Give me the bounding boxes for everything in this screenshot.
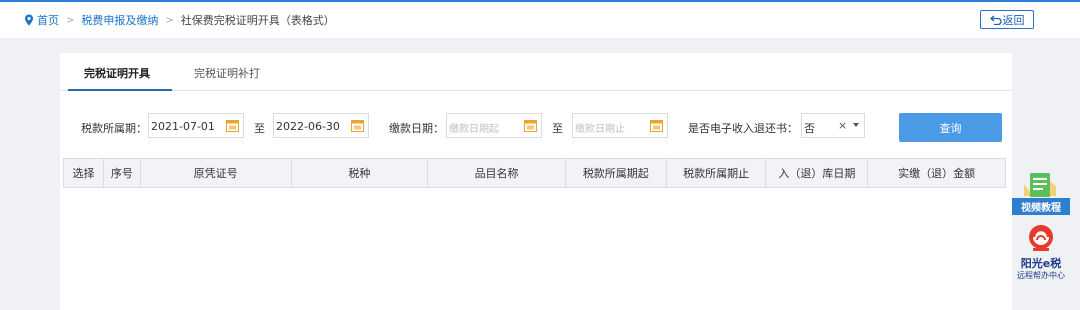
calendar-icon[interactable] (226, 119, 239, 132)
video-tutorial-widget[interactable]: 视频教程 (1012, 172, 1070, 216)
breadcrumb-separator: > (165, 14, 174, 26)
video-doc-icon (1024, 173, 1056, 197)
tab-certificate-issue[interactable]: 完税证明开具 (84, 65, 150, 81)
breadcrumb-home-link[interactable]: 首页 (37, 12, 59, 28)
table-header: 选择 序号 原凭证号 税种 品目名称 税款所属期起 税款所属期止 入（退）库日期… (63, 158, 1006, 188)
active-tab-indicator (68, 89, 172, 91)
column-header-index: 序号 (104, 159, 141, 187)
column-header-period-start: 税款所属期起 (566, 159, 667, 187)
calendar-icon[interactable] (524, 119, 537, 132)
pay-date-label: 缴款日期： (389, 122, 444, 135)
to-label: 至 (552, 122, 563, 135)
tax-period-start-input[interactable]: 2021-07-01 (148, 113, 244, 138)
column-header-voucher-number: 原凭证号 (141, 159, 292, 187)
query-form: 税款所属期： 2021-07-01 至 2022-06-30 缴款日期： 缴款日… (60, 113, 1012, 142)
column-header-item-name: 品目名称 (428, 159, 566, 187)
location-pin-icon (25, 14, 33, 26)
query-button[interactable]: 查询 (899, 113, 1002, 142)
column-header-paid-amount: 实缴（退）金额 (898, 167, 976, 180)
pay-date-end-input[interactable]: 缴款日期止 (572, 113, 668, 138)
video-tutorial-label: 视频教程 (1012, 198, 1070, 215)
pay-date-start-input[interactable]: 缴款日期起 (446, 113, 542, 138)
tax-period-start-value: 2021-07-01 (151, 120, 215, 133)
tab-bar: 完税证明开具 完税证明补打 (60, 53, 1012, 91)
refund-notice-select[interactable]: 否 × (801, 113, 865, 138)
tab-certificate-reprint[interactable]: 完税证明补打 (194, 65, 260, 81)
caret-down-icon[interactable] (853, 123, 859, 127)
back-button-label: 返回 (1002, 13, 1025, 27)
pay-date-end-placeholder: 缴款日期止 (575, 124, 625, 135)
refund-notice-label: 是否电子收入退还书： (688, 122, 798, 135)
tax-period-label: 税款所属期： (81, 122, 147, 135)
sunshine-etax-logo-icon (1029, 225, 1053, 251)
calendar-icon[interactable] (351, 119, 364, 132)
clear-icon[interactable]: × (838, 119, 847, 132)
remote-help-subtitle: 远程帮办中心 (1017, 271, 1065, 280)
column-header-period-end: 税款所属期止 (667, 159, 767, 187)
sunshine-etax-title: 阳光e税 (1020, 257, 1062, 270)
breadcrumb-current: 社保费完税证明开具（表格式） (180, 14, 335, 27)
column-header-select: 选择 (64, 159, 104, 187)
back-button[interactable]: 返回 (980, 10, 1034, 29)
to-label: 至 (254, 122, 265, 135)
tax-period-end-value: 2022-06-30 (276, 120, 340, 133)
breadcrumb: 首页 > 税费申报及缴纳 > 社保费完税证明开具（表格式） (0, 2, 1080, 38)
column-header-storage-date: 入（退）库日期 (766, 159, 869, 187)
tax-period-end-input[interactable]: 2022-06-30 (273, 113, 369, 138)
pay-date-start-placeholder: 缴款日期起 (449, 124, 499, 135)
breadcrumb-separator: > (66, 14, 75, 26)
breadcrumb-level1-link[interactable]: 税费申报及缴纳 (81, 12, 158, 28)
calendar-icon[interactable] (650, 119, 663, 132)
return-arrow-icon (989, 15, 1002, 25)
column-header-tax-type: 税种 (292, 159, 429, 187)
refund-notice-value: 否 (804, 122, 815, 135)
remote-help-widget[interactable]: 阳光e税 远程帮办中心 (1012, 224, 1070, 286)
main-panel: 完税证明开具 完税证明补打 税款所属期： 2021-07-01 至 2022-0… (60, 53, 1012, 310)
